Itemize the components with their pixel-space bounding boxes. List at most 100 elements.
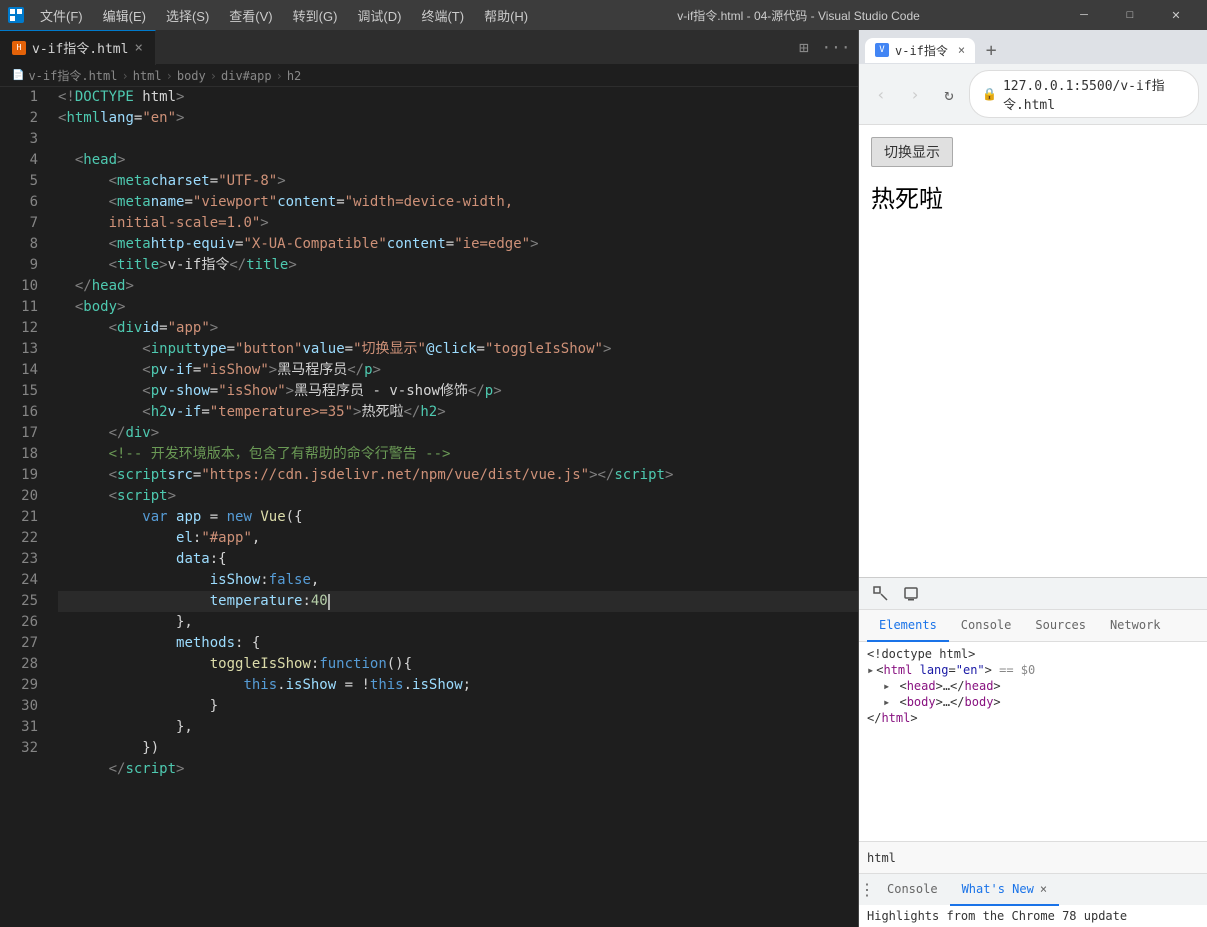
- tab-actions: ⊞ ···: [790, 33, 858, 61]
- code-line-28: this.isShow = !this.isShow;: [58, 675, 858, 696]
- code-line-24: temperature:40: [58, 591, 858, 612]
- code-line-20: var app = new Vue({: [58, 507, 858, 528]
- code-line-7: <meta http-equiv="X-UA-Compatible" conte…: [58, 234, 858, 255]
- hot-text: 热死啦: [871, 179, 1195, 214]
- menu-debug[interactable]: 调试(D): [349, 2, 409, 29]
- code-line-6b: initial-scale=1.0">: [58, 213, 858, 234]
- editor-tab-vif[interactable]: H v-if指令.html ×: [0, 30, 156, 65]
- code-content[interactable]: <!DOCTYPE html> <html lang="en"> <head> …: [50, 87, 858, 927]
- code-line-10: <body>: [58, 297, 858, 318]
- elements-tab[interactable]: Elements: [867, 610, 949, 642]
- code-line-2: <html lang="en">: [58, 108, 858, 129]
- breadcrumb-file[interactable]: v-if指令.html: [28, 67, 117, 84]
- browser-favicon: V: [875, 43, 889, 57]
- breadcrumb-divapp[interactable]: div#app: [221, 69, 272, 83]
- sources-tab[interactable]: Sources: [1023, 610, 1098, 642]
- split-editor-button[interactable]: ⊞: [790, 33, 818, 61]
- code-line-30: },: [58, 717, 858, 738]
- breadcrumb: 📄 v-if指令.html › html › body › div#app › …: [0, 65, 858, 87]
- devtools-dom-content[interactable]: <!doctype html> ▸<html lang="en"> == $0 …: [859, 642, 1207, 841]
- code-line-22: data:{: [58, 549, 858, 570]
- whats-new-label: What's New: [962, 882, 1034, 896]
- browser-nav: V v-if指令 × + ‹ › ↻ 🔒 127.0.0.1:5500/v-if…: [859, 30, 1207, 125]
- code-editor[interactable]: 12345 678910 1112131415 1617181920 21222…: [0, 87, 858, 927]
- code-line-32: </script>: [58, 759, 858, 780]
- editor-area: H v-if指令.html × ⊞ ··· 📄 v-if指令.html › ht…: [0, 30, 858, 927]
- dom-head[interactable]: ▸ <head>…</head>: [867, 678, 1199, 694]
- code-line-27: toggleIsShow:function(){: [58, 654, 858, 675]
- refresh-button[interactable]: ↻: [935, 80, 963, 108]
- code-line-1: <!DOCTYPE html>: [58, 87, 858, 108]
- code-line-11: <div id="app">: [58, 318, 858, 339]
- window-title: v-if指令.html - 04-源代码 - Visual Studio Cod…: [540, 7, 1057, 24]
- devtools-bottom-tabs: ⋮ Console What's New ×: [859, 873, 1207, 905]
- menu-terminal[interactable]: 终端(T): [413, 2, 472, 29]
- console-bottom-tab[interactable]: Console: [875, 874, 950, 906]
- address-input[interactable]: 🔒 127.0.0.1:5500/v-if指令.html: [969, 70, 1199, 118]
- menu-edit[interactable]: 编辑(E): [95, 2, 154, 29]
- code-line-19: <script>: [58, 486, 858, 507]
- file-icon: H: [12, 41, 26, 55]
- url-text: 127.0.0.1:5500/v-if指令.html: [1003, 75, 1186, 113]
- forward-button[interactable]: ›: [901, 80, 929, 108]
- code-line-17: <!-- 开发环境版本，包含了有帮助的命令行警告 -->: [58, 444, 858, 465]
- breadcrumb-body[interactable]: body: [177, 69, 206, 83]
- new-tab-button[interactable]: +: [977, 36, 1005, 64]
- menu-goto[interactable]: 转到(G): [285, 2, 346, 29]
- dom-html[interactable]: ▸<html lang="en"> == $0: [867, 662, 1199, 678]
- devtools-toolbar: [859, 578, 1207, 610]
- browser-tab-title: v-if指令: [895, 42, 948, 59]
- highlights-text: Highlights from the Chrome 78 update: [859, 905, 1207, 927]
- close-button[interactable]: ✕: [1153, 0, 1199, 30]
- code-line-3: [58, 129, 858, 150]
- code-line-12: <input type="button" value="切换显示" @click…: [58, 339, 858, 360]
- menu-help[interactable]: 帮助(H): [476, 2, 536, 29]
- browser-tab-vif[interactable]: V v-if指令 ×: [865, 38, 975, 63]
- minimize-button[interactable]: ─: [1061, 0, 1107, 30]
- lock-icon: 🔒: [982, 87, 997, 101]
- devtools-settings-icon[interactable]: ⋮: [859, 882, 875, 898]
- toggle-display-button[interactable]: 切换显示: [871, 137, 953, 167]
- app-icon: [8, 7, 24, 23]
- code-line-21: el:"#app",: [58, 528, 858, 549]
- console-tab[interactable]: Console: [949, 610, 1024, 642]
- tab-label: v-if指令.html: [32, 38, 128, 57]
- network-tab[interactable]: Network: [1098, 610, 1173, 642]
- code-line-26: methods: {: [58, 633, 858, 654]
- devtools-panel-tabs: Elements Console Sources Network: [859, 610, 1207, 642]
- code-line-14: <p v-show="isShow">黑马程序员 - v-show修饰</p>: [58, 381, 858, 402]
- back-button[interactable]: ‹: [867, 80, 895, 108]
- more-actions-button[interactable]: ···: [822, 33, 850, 61]
- code-line-15: <h2 v-if="temperature>=35">热死啦</h2>: [58, 402, 858, 423]
- browser-content: 切换显示 热死啦: [859, 125, 1207, 577]
- menu-select[interactable]: 选择(S): [158, 2, 217, 29]
- menu-view[interactable]: 查看(V): [221, 2, 280, 29]
- element-picker-button[interactable]: [867, 580, 895, 608]
- code-line-9: </head>: [58, 276, 858, 297]
- close-tab-button[interactable]: ×: [134, 40, 142, 56]
- code-line-23: isShow:false,: [58, 570, 858, 591]
- code-line-18: <script src="https://cdn.jsdelivr.net/np…: [58, 465, 858, 486]
- dom-html-close[interactable]: </html>: [867, 710, 1199, 726]
- breadcrumb-html[interactable]: html: [133, 69, 162, 83]
- dom-body[interactable]: ▸ <body>…</body>: [867, 694, 1199, 710]
- file-icon-small: 📄: [12, 70, 24, 81]
- browser-tab-close[interactable]: ×: [958, 43, 965, 57]
- code-line-29: }: [58, 696, 858, 717]
- dom-doctype[interactable]: <!doctype html>: [867, 646, 1199, 662]
- breadcrumb-h2[interactable]: h2: [287, 69, 301, 83]
- code-line-6: <meta name="viewport" content="width=dev…: [58, 192, 858, 213]
- code-line-8: <title>v-if指令</title>: [58, 255, 858, 276]
- code-line-25: },: [58, 612, 858, 633]
- whats-new-close-button[interactable]: ×: [1040, 882, 1047, 896]
- menu-bar: 文件(F) 编辑(E) 选择(S) 查看(V) 转到(G) 调试(D) 终端(T…: [0, 0, 1207, 30]
- browser-tabs: V v-if指令 × +: [859, 30, 1207, 64]
- maximize-button[interactable]: □: [1107, 0, 1153, 30]
- whats-new-bottom-tab[interactable]: What's New ×: [950, 874, 1059, 906]
- devtools-footer: html: [859, 841, 1207, 873]
- device-mode-button[interactable]: [897, 580, 925, 608]
- dom-breadcrumb[interactable]: html: [867, 851, 896, 865]
- code-line-13: <p v-if="isShow">黑马程序员</p>: [58, 360, 858, 381]
- code-line-5: <meta charset="UTF-8">: [58, 171, 858, 192]
- menu-file[interactable]: 文件(F): [32, 2, 91, 29]
